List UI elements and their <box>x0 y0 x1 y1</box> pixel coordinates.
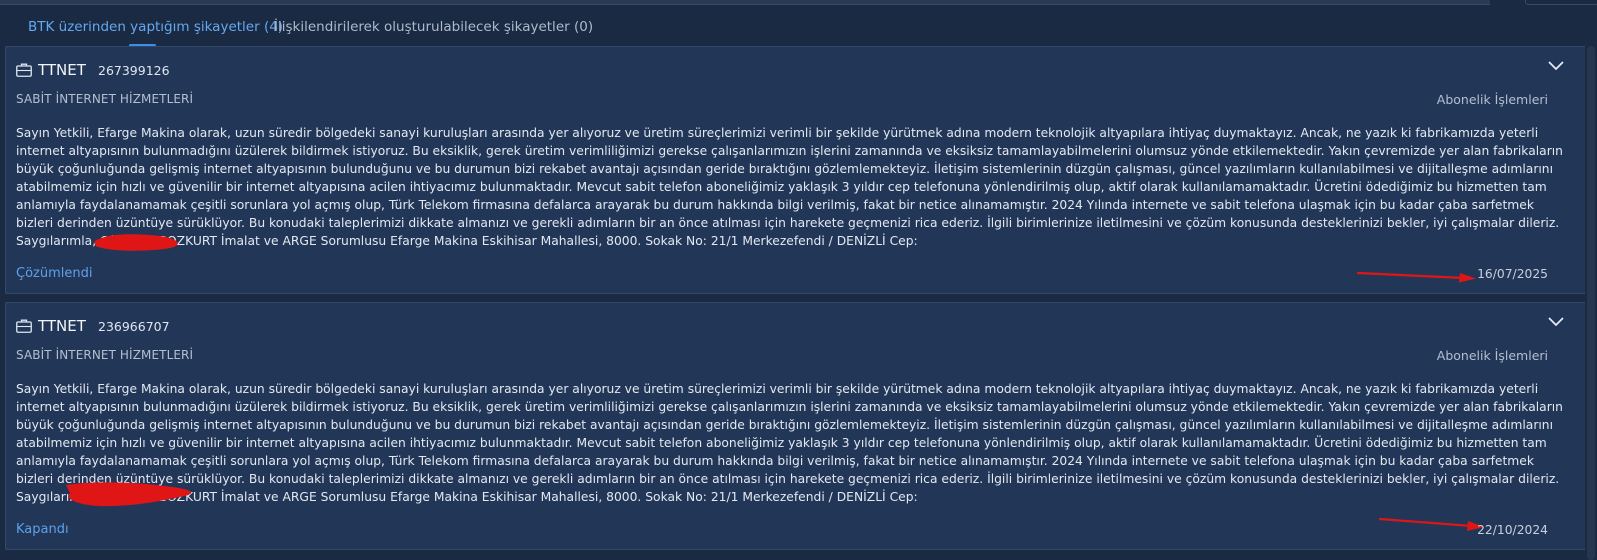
status-link[interactable]: Çözümlendi <box>16 266 92 281</box>
status-link[interactable]: Kapandı <box>16 522 69 537</box>
complaint-card[interactable]: TTNET 267399126 SABİT İNTERNET HİZMETLER… <box>5 46 1587 294</box>
annotation-arrow <box>1356 271 1476 283</box>
vendor-name: TTNET <box>38 317 86 335</box>
complaint-category: SABİT İNTERNET HİZMETLERİ <box>16 92 194 106</box>
briefcase-icon <box>16 63 32 77</box>
complaint-number: 236966707 <box>98 319 170 334</box>
complaint-text: Sayın Yetkili, Efarge Makina olarak, uzu… <box>16 382 1563 504</box>
chevron-down-icon[interactable] <box>1548 317 1564 327</box>
briefcase-icon <box>16 319 32 333</box>
complaint-subcategory: Abonelik İşlemleri <box>1436 92 1548 107</box>
complaint-number: 267399126 <box>98 63 170 78</box>
redaction-mark <box>94 234 178 251</box>
complaint-subcategory: Abonelik İşlemleri <box>1436 348 1548 363</box>
tab-linkable-complaints[interactable]: İlişkilendirilerek oluşturulabilecek şik… <box>274 6 593 46</box>
top-bar <box>0 0 1597 5</box>
chevron-down-icon[interactable] <box>1548 61 1564 71</box>
complaint-date: 22/10/2024 <box>1477 523 1548 537</box>
tab-bar: BTK üzerinden yaptığım şikayetler (4) İl… <box>0 6 1597 47</box>
complaint-category: SABİT İNTERNET HİZMETLERİ <box>16 348 194 362</box>
annotation-arrow <box>1378 517 1484 531</box>
complaint-text: Sayın Yetkili, Efarge Makina olarak, uzu… <box>16 126 1563 248</box>
search-bar-edge <box>0 0 1490 5</box>
scrollbar-thumb[interactable] <box>1587 46 1595 560</box>
scrollbar[interactable] <box>1585 46 1597 560</box>
complaint-card[interactable]: TTNET 236966707 SABİT İNTERNET HİZMETLER… <box>5 302 1587 550</box>
top-right-control-edge <box>1525 0 1597 5</box>
vendor-name: TTNET <box>38 61 86 79</box>
complaint-date: 16/07/2025 <box>1477 267 1548 281</box>
tab-btk-complaints[interactable]: BTK üzerinden yaptığım şikayetler (4) <box>28 6 283 46</box>
redaction-mark <box>66 482 192 507</box>
